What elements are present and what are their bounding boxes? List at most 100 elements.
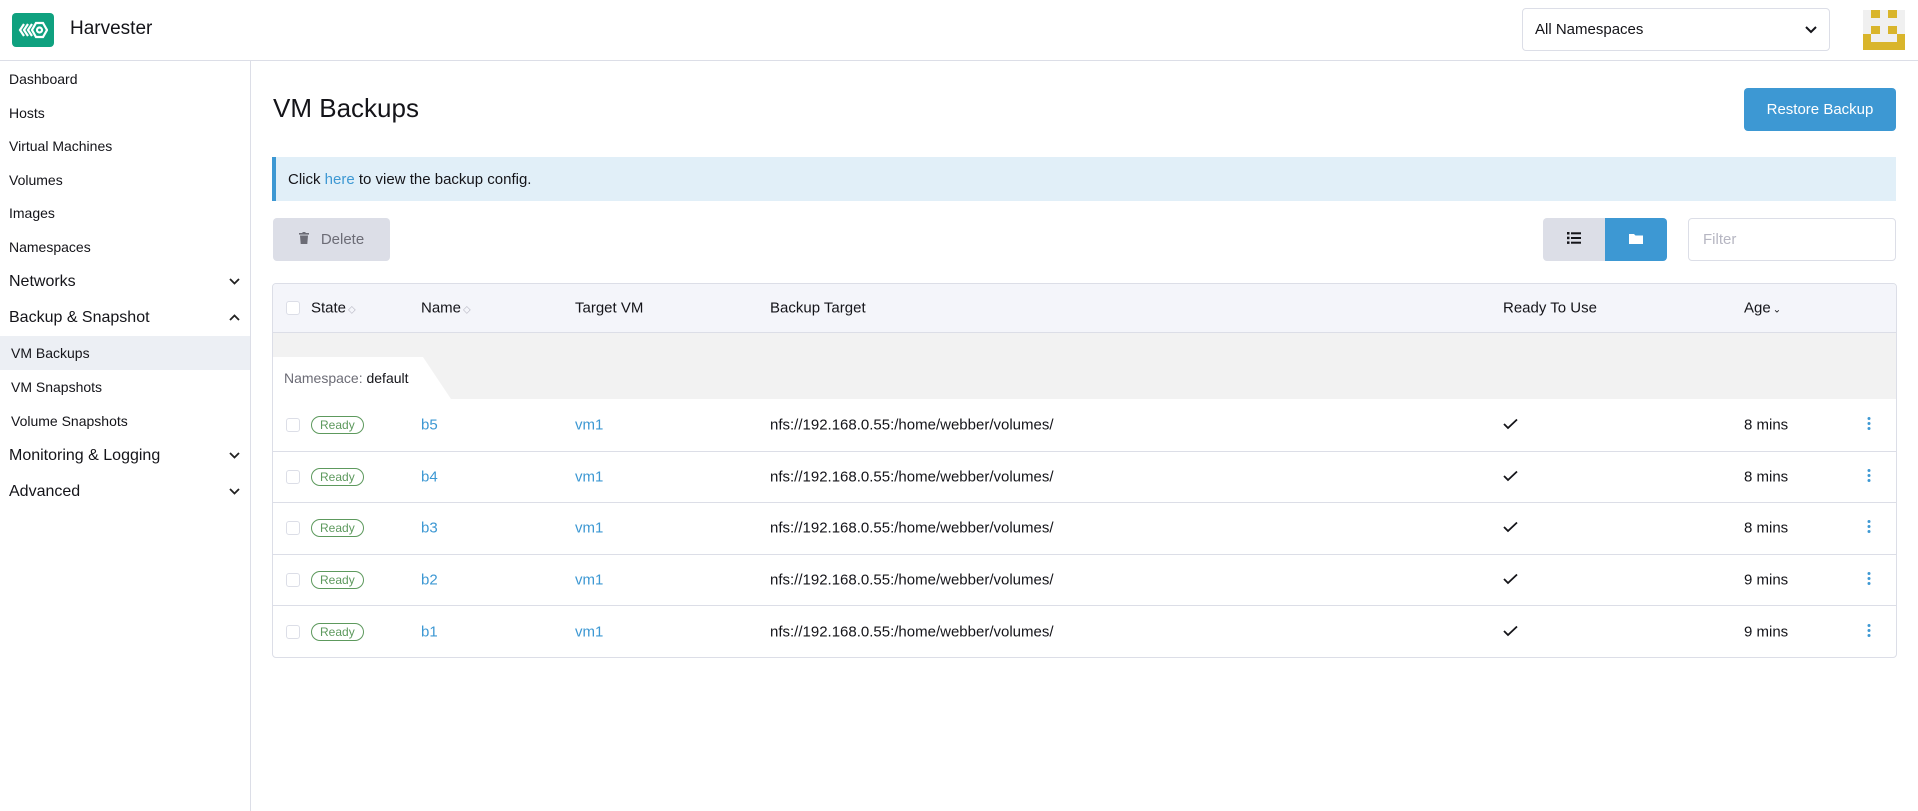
top-header: Harvester All Namespaces [0, 0, 1918, 61]
group-by-namespace-button[interactable] [1605, 218, 1667, 261]
avatar-pixel [1863, 42, 1872, 50]
delete-button[interactable]: Delete [273, 218, 390, 261]
user-avatar[interactable] [1863, 10, 1905, 50]
harvester-logo-icon[interactable] [12, 13, 54, 47]
namespace-group-row: Namespace: default [273, 333, 1896, 399]
folder-icon [1629, 232, 1643, 247]
chevron-down-icon [227, 450, 241, 462]
avatar-pixel [1896, 42, 1905, 50]
banner-prefix: Click [288, 170, 325, 188]
check-icon [1503, 623, 1518, 640]
column-header-ready-to-use: Ready To Use [1503, 299, 1597, 317]
avatar-pixel [1863, 34, 1872, 42]
row-actions-kebab-icon[interactable] [1867, 621, 1871, 642]
restore-backup-button[interactable]: Restore Backup [1744, 88, 1896, 131]
sidebar-item-images[interactable]: Images [0, 197, 250, 231]
check-icon [1503, 468, 1518, 485]
backup-target: nfs://192.168.0.55:/home/webber/volumes/ [770, 571, 1054, 589]
chevron-down-icon [227, 276, 241, 288]
avatar-pixel [1896, 10, 1905, 18]
column-header-name[interactable]: Name ◇ [421, 300, 471, 317]
avatar-pixel [1879, 10, 1889, 18]
avatar-pixel [1888, 18, 1897, 26]
row-checkbox[interactable] [286, 469, 300, 484]
sidebar-group-backup-snapshot[interactable]: Backup & Snapshot [0, 300, 250, 336]
flat-list-view-button[interactable] [1543, 218, 1605, 261]
backup-target: nfs://192.168.0.55:/home/webber/volumes/ [770, 623, 1054, 641]
avatar-pixel [1871, 34, 1880, 42]
sidebar-group-advanced[interactable]: Advanced [0, 474, 250, 510]
backup-name-link[interactable]: b4 [421, 468, 438, 485]
target-vm-link[interactable]: vm1 [575, 416, 603, 433]
status-badge: Ready [311, 622, 364, 641]
target-vm-link[interactable]: vm1 [575, 468, 603, 485]
age: 8 mins [1744, 519, 1789, 537]
row-actions-kebab-icon[interactable] [1867, 518, 1871, 539]
avatar-pixel [1871, 26, 1880, 34]
target-vm-link[interactable]: vm1 [575, 572, 603, 589]
row-checkbox[interactable] [286, 573, 300, 588]
sidebar-item-namespaces[interactable]: Namespaces [0, 231, 250, 265]
backup-name-link[interactable]: b2 [421, 572, 438, 589]
status-badge: Ready [311, 571, 364, 590]
backup-name-link[interactable]: b5 [421, 416, 438, 433]
column-header-state[interactable]: State ◇ [311, 300, 356, 317]
sidebar-item-volumes[interactable]: Volumes [0, 164, 250, 198]
avatar-pixel [1896, 18, 1905, 26]
table-row: Ready b5 vm1 nfs://192.168.0.55:/home/we… [273, 399, 1896, 451]
age: 9 mins [1744, 623, 1789, 641]
row-checkbox[interactable] [286, 417, 300, 432]
row-actions-kebab-icon[interactable] [1867, 570, 1871, 591]
namespace-select[interactable]: All Namespaces [1522, 8, 1830, 51]
target-vm-link[interactable]: vm1 [575, 520, 603, 537]
avatar-pixel [1879, 26, 1889, 34]
backup-name-link[interactable]: b3 [421, 520, 438, 537]
backup-name-link[interactable]: b1 [421, 623, 438, 640]
column-label: State [311, 299, 347, 317]
avatar-pixel [1896, 26, 1905, 34]
backup-target: nfs://192.168.0.55:/home/webber/volumes/ [770, 519, 1054, 537]
table-row: Ready b4 vm1 nfs://192.168.0.55:/home/we… [273, 450, 1896, 503]
select-all-checkbox[interactable] [286, 301, 300, 315]
namespace-group-tab: Namespace: default [273, 357, 451, 399]
chevron-down-icon [1805, 21, 1817, 38]
backup-target: nfs://192.168.0.55:/home/webber/volumes/ [770, 468, 1054, 486]
avatar-pixel [1879, 18, 1889, 26]
check-icon [1503, 572, 1518, 589]
backup-config-link[interactable]: here [325, 171, 355, 188]
sidebar-group-label: Advanced [9, 483, 81, 500]
sidebar-group-monitoring-logging[interactable]: Monitoring & Logging [0, 438, 250, 474]
column-label: Name [421, 299, 462, 317]
row-checkbox[interactable] [286, 624, 300, 639]
column-header-age[interactable]: Age ⌄ [1744, 300, 1781, 317]
group-value: default [366, 370, 409, 386]
sidebar-item-volume-snapshots[interactable]: Volume Snapshots [0, 404, 250, 438]
age: 8 mins [1744, 468, 1789, 486]
banner-suffix: to view the backup config. [354, 170, 532, 188]
row-actions-kebab-icon[interactable] [1867, 466, 1871, 487]
sidebar-item-vm-snapshots[interactable]: VM Snapshots [0, 370, 250, 404]
avatar-pixel [1888, 42, 1897, 50]
info-banner: Click here to view the backup config. [272, 157, 1896, 201]
sort-icon: ◇ [463, 304, 471, 316]
avatar-pixel [1863, 26, 1872, 34]
sort-desc-icon: ⌄ [1772, 304, 1782, 316]
target-vm-link[interactable]: vm1 [575, 623, 603, 640]
row-actions-kebab-icon[interactable] [1867, 414, 1871, 435]
avatar-pixel [1888, 34, 1897, 42]
sidebar-item-vm-backups[interactable]: VM Backups [0, 336, 250, 370]
filter-input[interactable] [1688, 218, 1896, 261]
sidebar: Dashboard Hosts Virtual Machines Volumes… [0, 61, 251, 811]
sidebar-item-dashboard[interactable]: Dashboard [0, 63, 250, 97]
avatar-pixel [1871, 10, 1880, 18]
sort-icon: ◇ [348, 304, 356, 316]
sidebar-group-networks[interactable]: Networks [0, 264, 250, 300]
sidebar-item-virtual-machines[interactable]: Virtual Machines [0, 130, 250, 164]
sidebar-item-hosts[interactable]: Hosts [0, 97, 250, 131]
group-label: Namespace: [284, 370, 363, 386]
chevron-down-icon [227, 486, 241, 498]
status-badge: Ready [311, 415, 364, 434]
column-header-backup-target: Backup Target [770, 299, 866, 317]
chevron-up-icon [227, 312, 241, 324]
row-checkbox[interactable] [286, 521, 300, 536]
